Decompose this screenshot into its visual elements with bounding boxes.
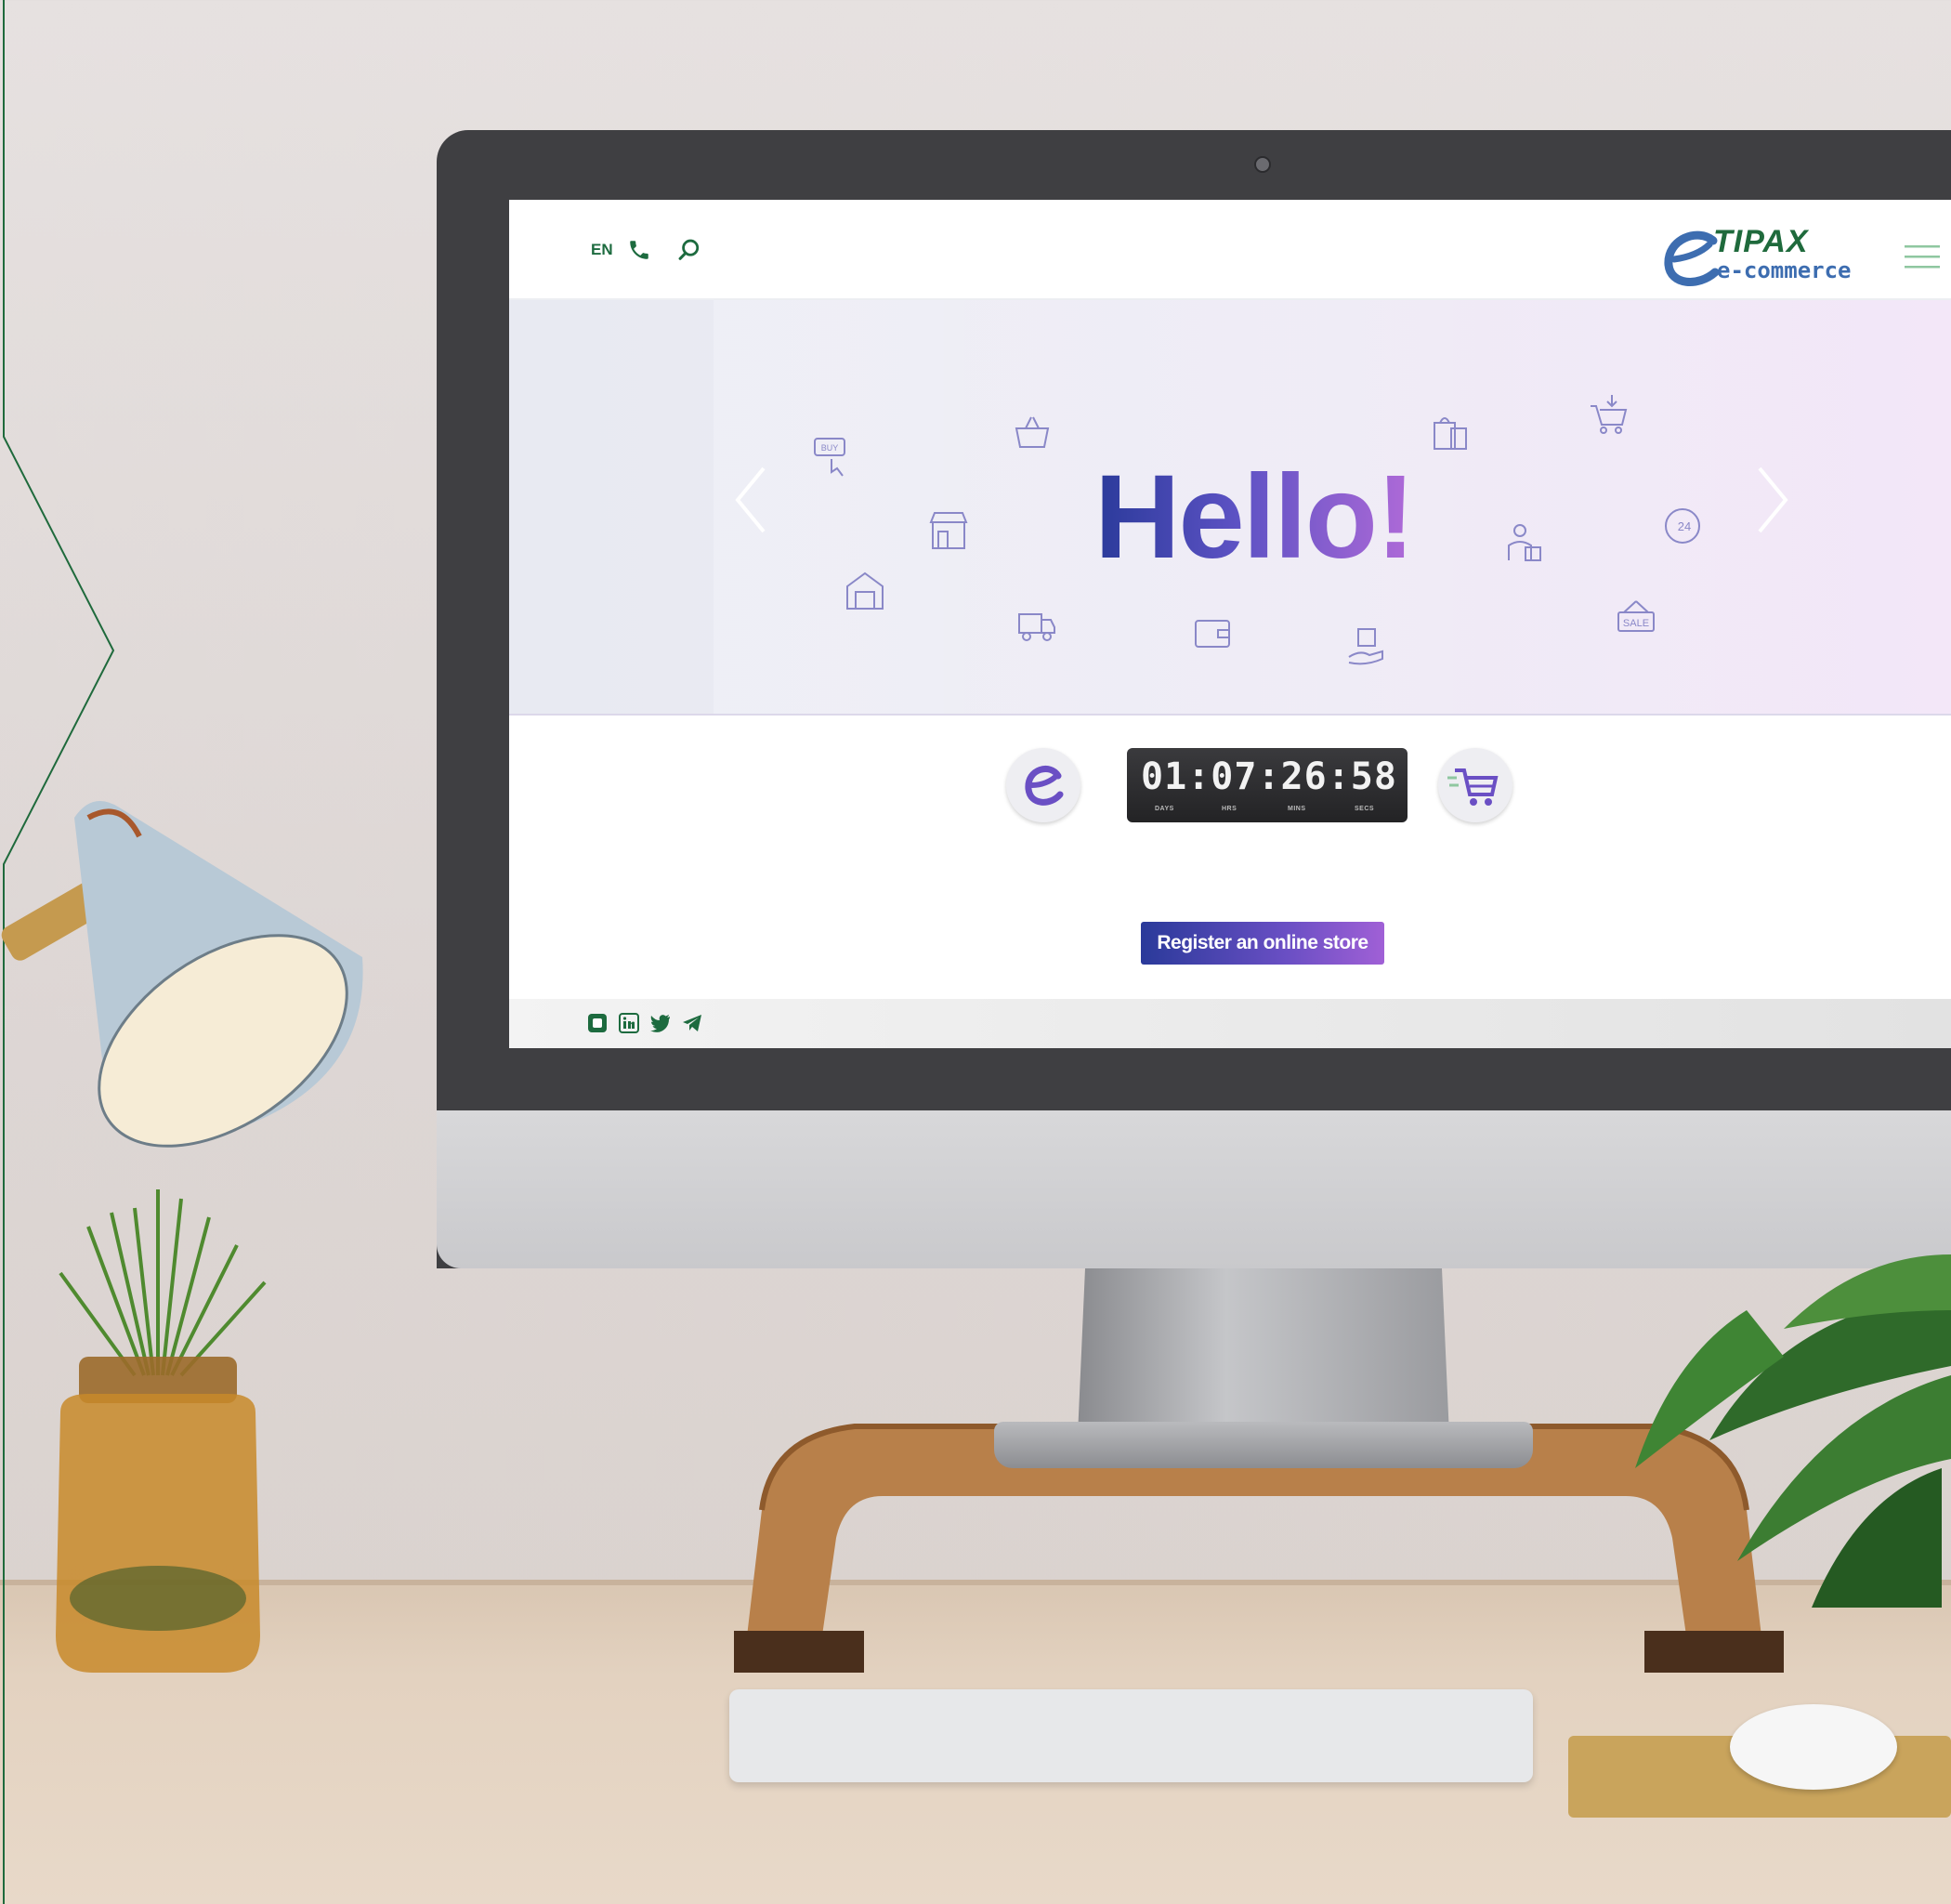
countdown-label-hours: HRS	[1222, 806, 1237, 812]
instagram-icon[interactable]	[587, 1013, 608, 1033]
e-logo-icon	[1025, 766, 1064, 806]
cart-download-icon	[1591, 395, 1628, 434]
countdown-label-days: DAYS	[1155, 806, 1174, 812]
brand-name: TIPAX	[1713, 224, 1809, 259]
svg-text:SALE: SALE	[1623, 618, 1649, 629]
monitor-stand-neck	[1078, 1268, 1449, 1436]
package-hand-icon	[1348, 628, 1383, 665]
basket-icon	[1015, 416, 1050, 448]
hamburger-menu-icon[interactable]	[1905, 243, 1940, 269]
register-store-button[interactable]: Register an online store	[1141, 922, 1384, 965]
wallet-icon	[1195, 620, 1230, 648]
svg-text:BUY: BUY	[821, 443, 839, 453]
keyboard	[729, 1689, 1533, 1782]
leafy-plant	[1635, 1254, 1951, 1608]
search-icon[interactable]	[676, 237, 702, 263]
camera-icon	[1254, 156, 1271, 173]
website-screen: EN TIPAX e-commerce Hello! BUY 24 SALE 0…	[509, 200, 1951, 1048]
hero-headline: Hello!	[1094, 451, 1416, 584]
twitter-icon[interactable]	[650, 1013, 671, 1033]
language-switch[interactable]: EN	[591, 241, 613, 259]
linkedin-icon[interactable]	[619, 1013, 639, 1033]
countdown-label-mins: MINS	[1288, 806, 1306, 812]
e-logo-badge	[1006, 748, 1080, 822]
delivery-truck-icon	[1018, 613, 1055, 641]
desk-lamp	[1, 801, 363, 1148]
slider-next-arrow-icon[interactable]	[1754, 463, 1791, 537]
brand-subtitle: e-commerce	[1717, 257, 1852, 283]
site-footer	[509, 999, 1951, 1048]
potted-grass-jar	[56, 1189, 267, 1673]
countdown-digits: 01:07:26:58	[1141, 755, 1397, 798]
telegram-icon[interactable]	[682, 1013, 702, 1033]
monitor-stand-foot	[994, 1422, 1533, 1468]
countdown-mins: 26	[1280, 755, 1328, 798]
mouse	[1730, 1704, 1897, 1790]
svg-text:24: 24	[1678, 519, 1691, 533]
countdown-label-secs: SECS	[1355, 806, 1375, 812]
storefront-icon	[929, 512, 968, 549]
slider-prev-arrow-icon[interactable]	[732, 463, 769, 537]
countdown-days: 01	[1141, 755, 1188, 798]
warehouse-icon	[846, 571, 884, 610]
delivery-person-icon	[1508, 524, 1541, 561]
countdown-hours: 07	[1211, 755, 1258, 798]
monitor-chin	[437, 1110, 1951, 1268]
shopping-bags-icon	[1434, 417, 1467, 450]
buy-click-icon: BUY	[814, 438, 845, 477]
hero-slider: Hello! BUY 24 SALE	[509, 300, 1951, 716]
sale-sign-icon: SALE	[1617, 600, 1655, 632]
phone-icon[interactable]	[627, 237, 651, 263]
cart-badge	[1438, 748, 1512, 822]
support-24-icon: 24	[1665, 508, 1700, 544]
countdown-secs: 58	[1350, 755, 1397, 798]
shopping-cart-icon	[1447, 768, 1499, 806]
